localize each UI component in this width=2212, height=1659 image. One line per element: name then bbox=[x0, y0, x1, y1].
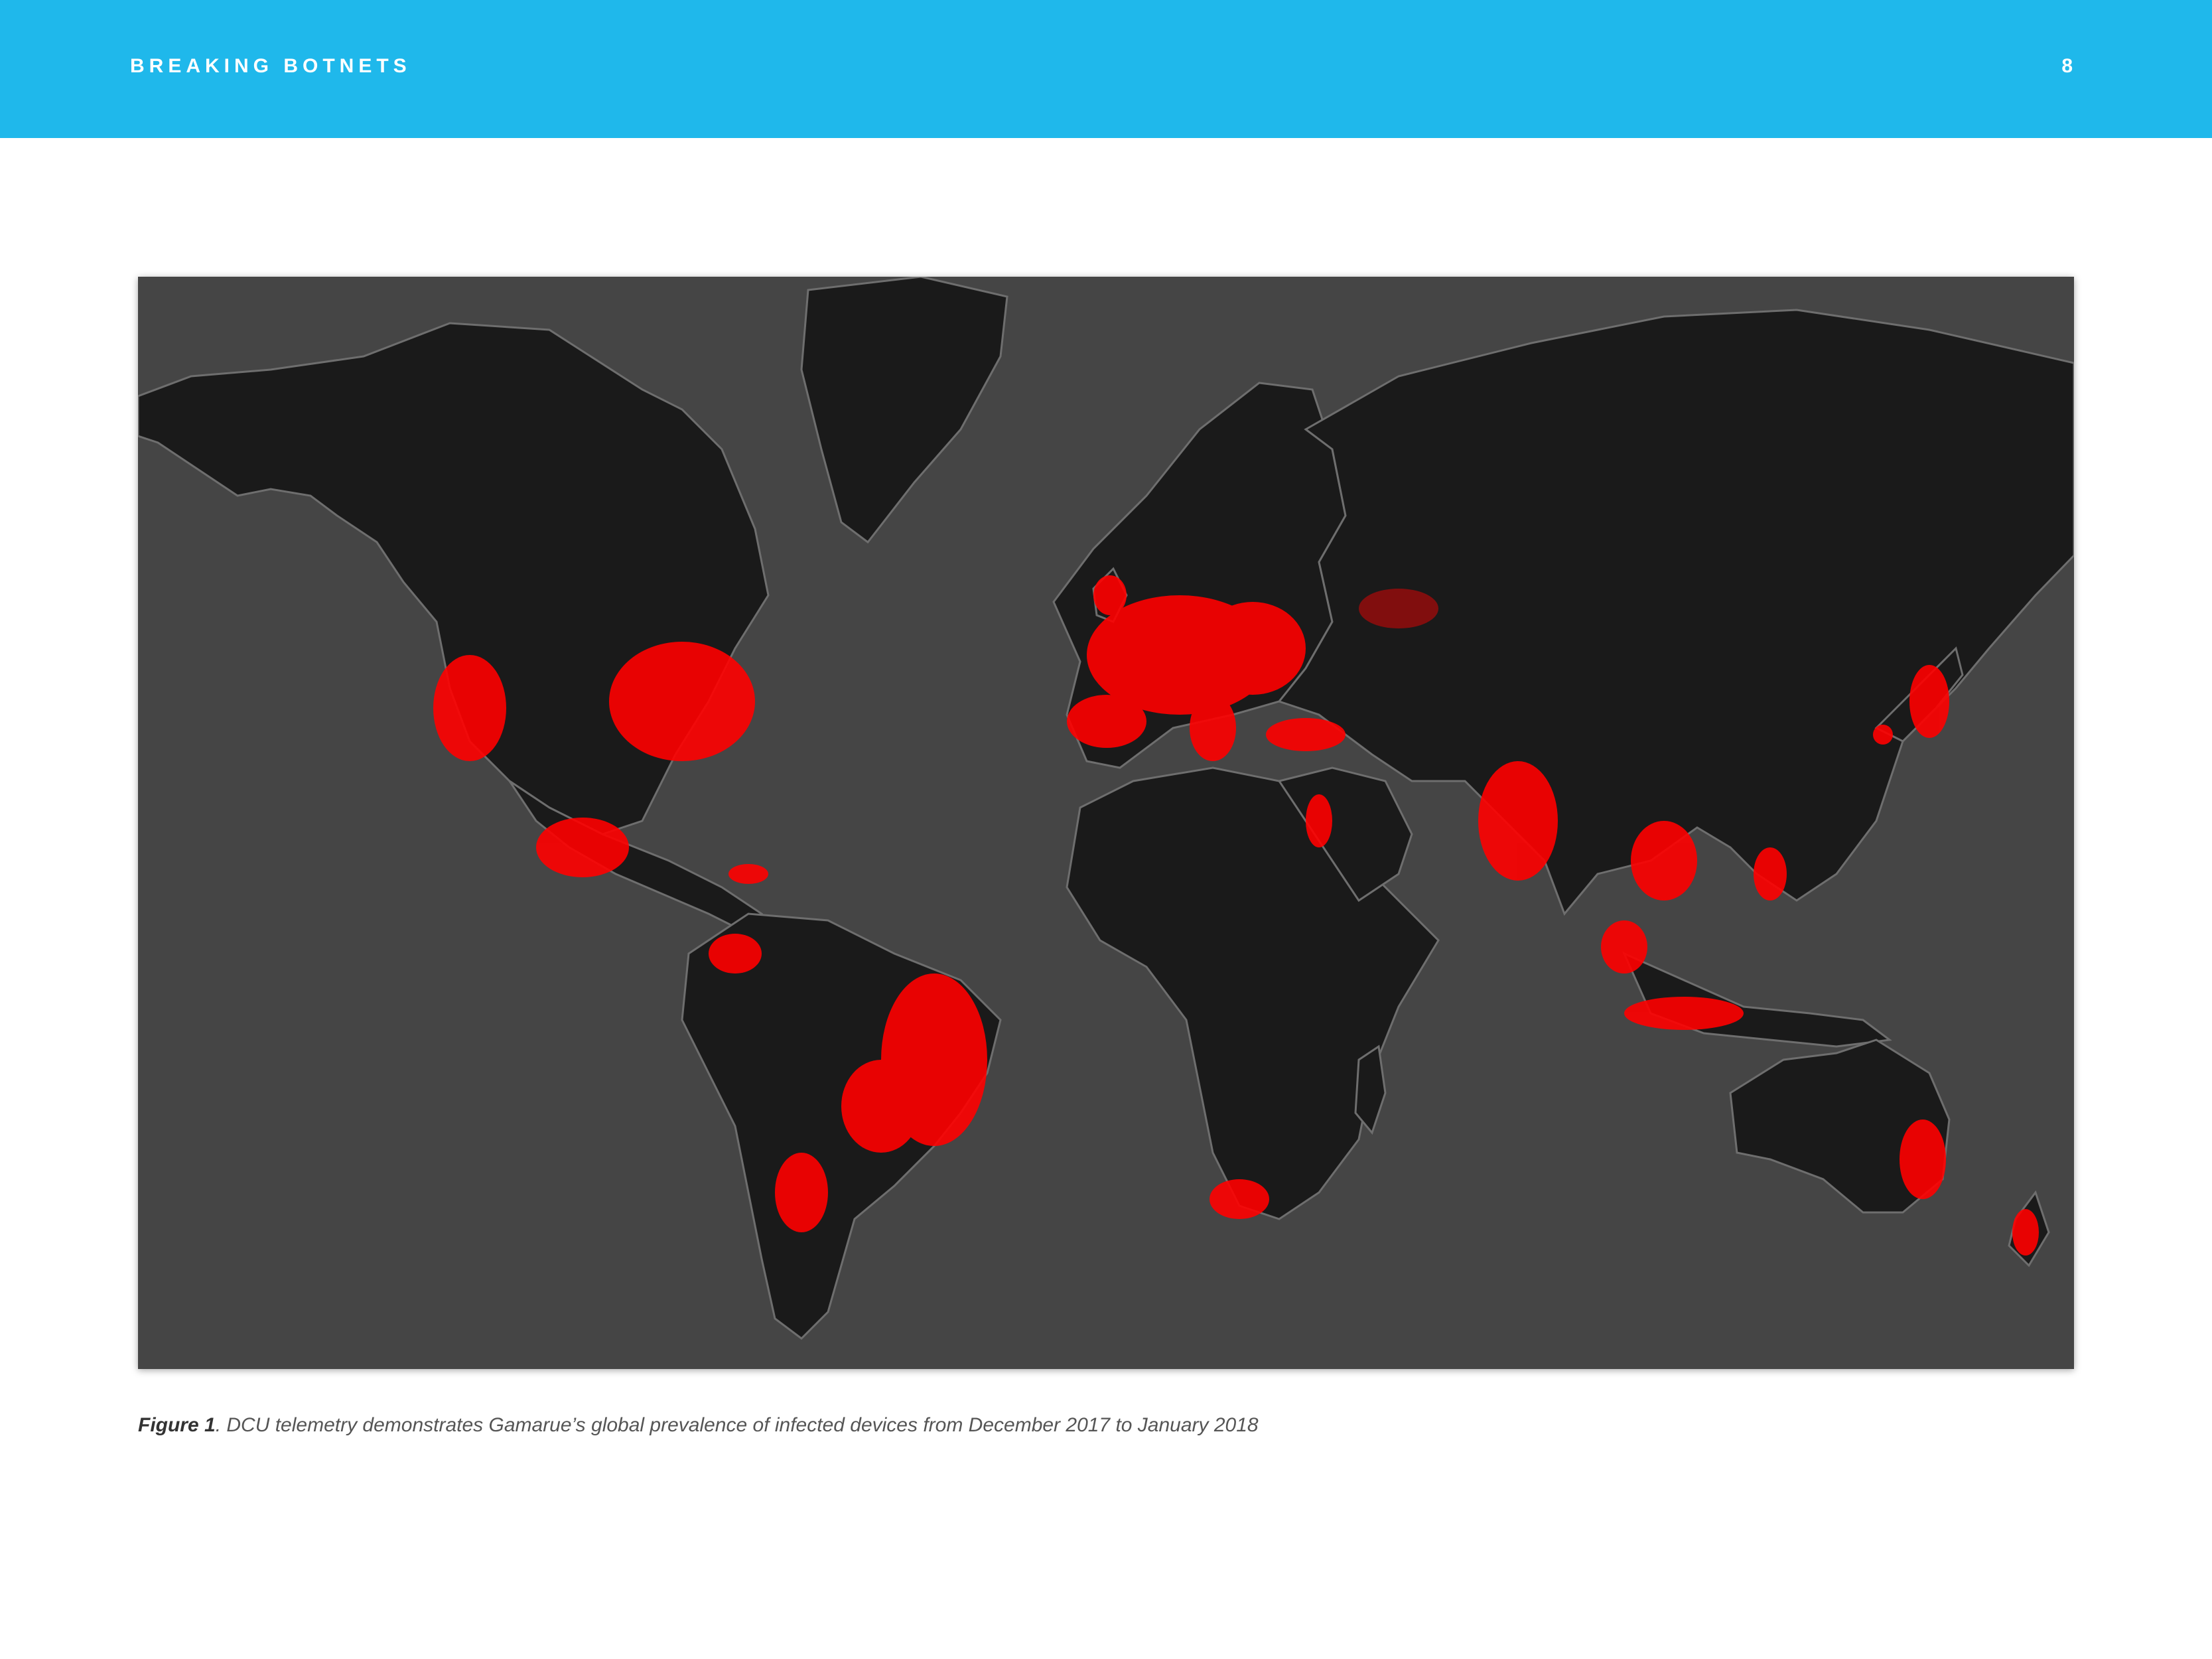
cluster-iberia bbox=[1067, 695, 1146, 748]
figure-caption-text: . DCU telemetry demonstrates Gamarue’s g… bbox=[215, 1414, 1259, 1436]
cluster-italy bbox=[1190, 695, 1236, 761]
figure-caption: Figure 1. DCU telemetry demonstrates Gam… bbox=[138, 1412, 2062, 1439]
cluster-caribbean bbox=[728, 864, 768, 884]
cluster-australia-east bbox=[1900, 1119, 1946, 1199]
document-title: BREAKING BOTNETS bbox=[130, 55, 411, 77]
cluster-russia-west bbox=[1359, 589, 1438, 628]
cluster-egypt bbox=[1306, 794, 1332, 847]
cluster-argentina bbox=[775, 1153, 828, 1232]
cluster-us-east bbox=[609, 642, 755, 761]
cluster-japan bbox=[1909, 665, 1949, 738]
cluster-central-europe bbox=[1200, 602, 1306, 695]
header-bar: BREAKING BOTNETS 8 bbox=[0, 0, 2212, 138]
cluster-uk bbox=[1093, 575, 1127, 615]
cluster-south-africa bbox=[1210, 1179, 1269, 1219]
figure-label: Figure 1 bbox=[138, 1414, 216, 1436]
cluster-colombia bbox=[709, 934, 762, 974]
cluster-india bbox=[1478, 761, 1558, 881]
cluster-philippines bbox=[1754, 847, 1787, 901]
cluster-malaysia bbox=[1601, 920, 1647, 974]
world-map-figure bbox=[138, 277, 2074, 1369]
cluster-new-zealand bbox=[2012, 1209, 2039, 1256]
cluster-mexico bbox=[536, 818, 629, 877]
cluster-turkey bbox=[1266, 718, 1346, 751]
cluster-brazil-central bbox=[841, 1060, 921, 1153]
cluster-indonesia bbox=[1624, 997, 1744, 1030]
world-map bbox=[138, 277, 2074, 1369]
cluster-indochina bbox=[1631, 821, 1697, 901]
cluster-us-west bbox=[433, 655, 506, 761]
page-number: 8 bbox=[2061, 55, 2073, 77]
cluster-korea bbox=[1873, 725, 1893, 745]
